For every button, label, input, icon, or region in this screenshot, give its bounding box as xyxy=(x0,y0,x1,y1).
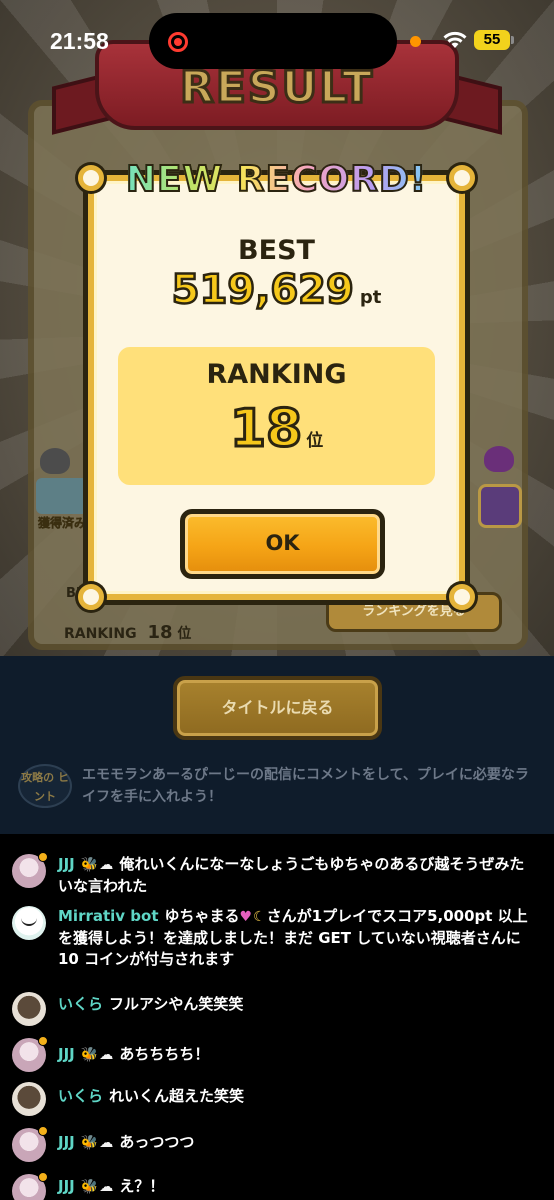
ranking-unit: 位 xyxy=(306,431,324,451)
ranking-label: RANKING xyxy=(206,359,347,390)
chat-feed[interactable]: JJJ 🐝☁ 俺れいくんになーなしょうごもゆちゃのあるび越そうぜみたいな言われた … xyxy=(0,834,554,1200)
ranking-summary-label: RANKING xyxy=(64,626,137,642)
new-record-text: NEW RECORD! xyxy=(120,158,433,201)
chat-message-body: JJJ 🐝☁ あちちちち！ xyxy=(58,1044,538,1066)
ranking-value: 18 xyxy=(228,398,303,461)
cloud-icon: ☁ xyxy=(99,1179,114,1195)
chat-message-body: JJJ 🐝☁ あっつつつ xyxy=(58,1132,538,1154)
cloud-icon: ☁ xyxy=(99,857,114,873)
chat-username[interactable]: JJJ xyxy=(58,855,75,873)
privacy-indicator-icon xyxy=(410,36,421,47)
battery-indicator: 55 xyxy=(474,30,514,50)
chat-username[interactable]: JJJ xyxy=(58,1177,75,1195)
lower-panel: タイトルに戻る 攻略の ヒント エモモランあーるぴーじーの配信にコメントをして、… xyxy=(0,656,554,834)
bucket-icon xyxy=(36,478,88,514)
bee-icon: 🐝 xyxy=(80,857,99,873)
badge-icon xyxy=(38,1036,48,1046)
avatar[interactable] xyxy=(12,992,46,1026)
recording-icon xyxy=(168,32,188,52)
bee-icon: 🐝 xyxy=(80,1135,99,1151)
heart-icon: ♥ xyxy=(239,909,253,925)
bot-avatar[interactable] xyxy=(12,906,46,940)
moon-icon: ☾ xyxy=(253,909,266,925)
best-score: 519,629 pt xyxy=(94,266,459,315)
chat-text: フルアシやん笑笑笑 xyxy=(109,995,244,1013)
bee-icon: 🐝 xyxy=(80,1047,99,1063)
game-screen: RESULT 獲得済み BES RANKING 18 位 ランキングを見る 21… xyxy=(0,0,554,656)
puzzle-icon xyxy=(478,484,522,528)
chat-text: ゆちゃまる xyxy=(164,907,240,925)
chat-text: 俺れいくんになーなしょうごもゆちゃのあるび越そうぜみたいな言われた xyxy=(58,855,525,895)
ok-button-label: OK xyxy=(265,531,300,555)
ranking-position: 18 位 xyxy=(118,398,435,461)
ghost-icon xyxy=(40,448,70,474)
chat-username[interactable]: JJJ xyxy=(58,1045,75,1063)
chat-username[interactable]: いくら xyxy=(58,995,103,1013)
chat-username[interactable]: Mirrativ bot xyxy=(58,907,159,925)
frame-ornament xyxy=(78,584,104,610)
chat-username[interactable]: いくら xyxy=(58,1087,103,1105)
wifi-icon xyxy=(443,31,467,48)
chat-text: あっつつつ xyxy=(119,1133,195,1151)
hint-badge: 攻略の ヒント xyxy=(18,764,72,808)
frame-ornament xyxy=(449,584,475,610)
chat-text: あちちちち！ xyxy=(119,1045,210,1063)
chat-text: れいくん超えた笑笑 xyxy=(109,1087,245,1105)
chat-message-body: いくら れいくん超えた笑笑 xyxy=(58,1086,538,1107)
best-score-value: 519,629 xyxy=(170,266,355,315)
badge-icon xyxy=(38,1172,48,1182)
new-record-heading: NEW RECORD! xyxy=(94,158,459,201)
badge-icon xyxy=(38,1126,48,1136)
ranking-summary-unit: 位 xyxy=(177,626,192,642)
chat-text: え？！ xyxy=(119,1177,165,1195)
chat-message-body: Mirrativ bot ゆちゃまる♥☾さんが1プレイでスコア5,000pt 以上… xyxy=(58,906,538,970)
new-record-dialog: NEW RECORD! BEST 519,629 pt RANKING 18 位 O… xyxy=(78,158,475,610)
bee-icon: 🐝 xyxy=(80,1179,99,1195)
ranking-panel: RANKING 18 位 xyxy=(118,347,435,485)
chat-username[interactable]: JJJ xyxy=(58,1133,75,1151)
best-label: BEST xyxy=(238,235,315,266)
back-to-title-button[interactable]: タイトルに戻る xyxy=(173,676,382,740)
badge-icon xyxy=(38,852,48,862)
avatar[interactable] xyxy=(12,1082,46,1116)
ok-button[interactable]: OK xyxy=(180,509,385,579)
hint-text: エモモランあーるぴーじーの配信にコメントをして、プレイに必要なライフを手に入れよ… xyxy=(82,767,529,805)
status-bar: 21:58 55 xyxy=(0,0,554,80)
cloud-icon: ☁ xyxy=(99,1135,114,1151)
clock: 21:58 xyxy=(50,28,109,54)
chat-message-body: JJJ 🐝☁ 俺れいくんになーなしょうごもゆちゃのあるび越そうぜみたいな言われた xyxy=(58,854,538,897)
chat-message-body: JJJ 🐝☁ え？！ xyxy=(58,1176,538,1198)
ranking-summary: RANKING 18 位 xyxy=(64,622,191,643)
ranking-summary-value: 18 xyxy=(147,622,173,643)
chat-message-body: いくら フルアシやん笑笑笑 xyxy=(58,994,538,1015)
best-score-unit: pt xyxy=(359,287,382,308)
devil-icon xyxy=(484,446,514,472)
cloud-icon: ☁ xyxy=(99,1047,114,1063)
owned-label: 獲得済み xyxy=(38,516,87,531)
